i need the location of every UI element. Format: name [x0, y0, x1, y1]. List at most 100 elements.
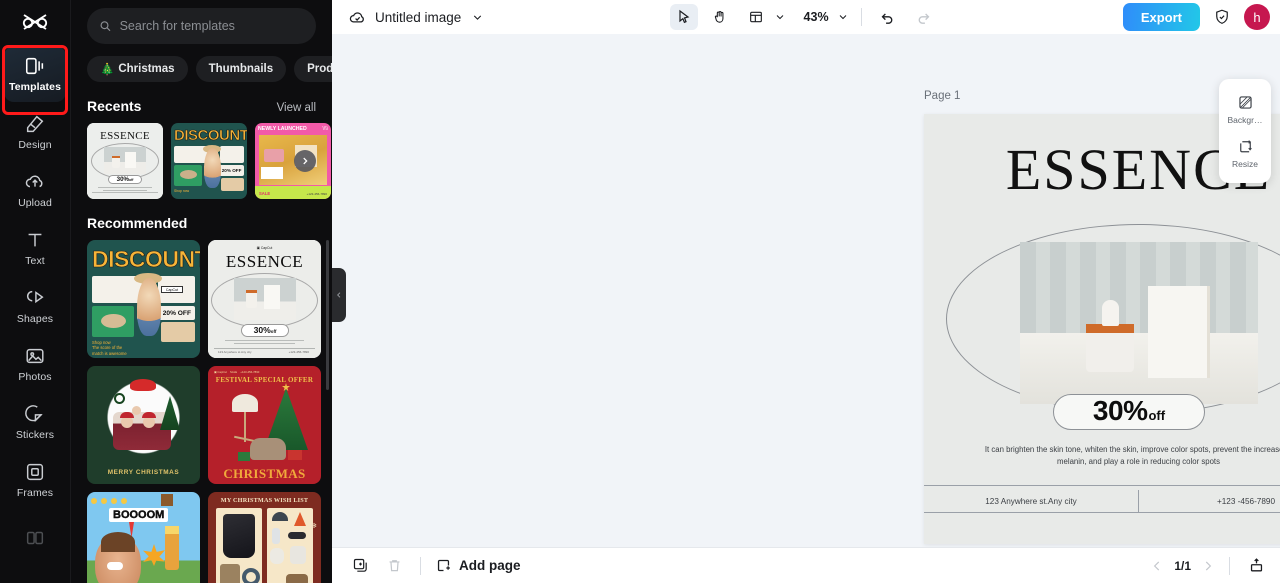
export-button[interactable]: Export	[1122, 3, 1200, 31]
resize-tool[interactable]: Resize	[1219, 131, 1271, 175]
avatar[interactable]: h	[1244, 4, 1270, 30]
discount-suffix: off	[1148, 408, 1166, 423]
recents-next-button[interactable]	[294, 150, 316, 172]
search-bar[interactable]	[87, 8, 316, 44]
app-root: Templates Design Upload Text Shapes Phot…	[0, 0, 1280, 583]
text-icon	[28, 233, 42, 247]
layout-button[interactable]	[742, 4, 770, 30]
trash-icon	[389, 560, 399, 572]
select-tool-button[interactable]	[669, 4, 698, 30]
recent-template-newly-launched[interactable]: NEWLY LAUNCHED \\\\ SALE +123-456-7890	[255, 123, 331, 199]
chip-christmas[interactable]: 🎄 Christmas	[87, 56, 188, 82]
recents-view-all[interactable]: View all	[277, 102, 316, 114]
chip-thumbnails[interactable]: Thumbnails	[195, 56, 287, 82]
recommended-template-wish-list[interactable]: MY CHRISTMAS WISH LIST ❄	[208, 492, 321, 583]
sidebar-item-label: Upload	[18, 197, 52, 209]
background-tool-label: Backgr…	[1227, 115, 1263, 125]
design-description[interactable]: It can brighten the skin tone, whiten th…	[972, 444, 1280, 467]
resize-tool-label: Resize	[1232, 159, 1258, 169]
sidebar-item-upload[interactable]: Upload	[4, 162, 66, 218]
hand-tool-button[interactable]	[706, 4, 734, 30]
frames-icon	[26, 463, 44, 481]
add-page-icon	[437, 559, 450, 572]
duplicate-button[interactable]	[348, 554, 372, 578]
capcut-logo-icon[interactable]	[15, 6, 55, 40]
chip-label: Christmas	[118, 63, 175, 75]
design-address[interactable]: 123 Anywhere st.Any city	[924, 490, 1138, 512]
recent-template-discount[interactable]: DISCOUNT UP TO 20% OFF Shop now	[171, 123, 247, 199]
security-button[interactable]	[1208, 4, 1236, 30]
chip-label: Thumbnails	[208, 63, 274, 75]
prev-page-button[interactable]	[1150, 559, 1164, 573]
search-icon	[100, 21, 111, 32]
top-toolbar: Untitled image 43% Export h	[332, 0, 1280, 34]
toolbar-divider	[860, 8, 862, 26]
zoom-chevron-down-icon[interactable]	[837, 11, 849, 23]
chip-label: Produ	[307, 63, 332, 75]
recommended-template-christmas[interactable]: ▣ CapCut SALE +123-456-7890 FESTIVAL SPE…	[208, 366, 321, 484]
add-page-button[interactable]: Add page	[435, 557, 521, 574]
sidebar-item-photos[interactable]: Photos	[4, 336, 66, 392]
design-icon	[26, 115, 44, 133]
background-tool[interactable]: Backgr…	[1219, 87, 1271, 131]
zoom-level[interactable]: 43%	[804, 10, 829, 24]
panel-collapse-handle[interactable]	[332, 268, 346, 322]
design-discount-badge[interactable]: 30% off	[1053, 394, 1205, 430]
photo-background-wall	[1020, 242, 1258, 333]
page-label: Page 1	[924, 90, 961, 102]
sidebar-item-templates[interactable]: Templates	[4, 46, 66, 102]
cloud-saved-icon[interactable]	[348, 8, 367, 27]
sidebar-item-label: Design	[18, 139, 52, 151]
recent-template-essence[interactable]: ESSENCE 30% off	[87, 123, 163, 199]
recommended-template-discount[interactable]: DISCOUNT CapCut UP TO 20% OFF Shop now Th…	[87, 240, 200, 358]
recommended-template-essence[interactable]: ▣ CapCut ESSENCE 30% off 123 Anywhere st.…	[208, 240, 321, 358]
bottom-toolbar: Add page 1/1	[332, 547, 1280, 583]
document-title[interactable]: Untitled image	[375, 10, 461, 25]
sidebar-item-label: Photos	[18, 371, 52, 383]
chip-products[interactable]: Produ	[294, 56, 332, 82]
page-indicator: 1/1	[1174, 558, 1191, 573]
sidebar-item-label: Text	[25, 255, 45, 267]
discount-number: 30%	[1092, 395, 1148, 426]
hand-pan-icon	[714, 11, 724, 23]
present-button[interactable]	[1244, 554, 1268, 578]
chevron-left-icon	[337, 292, 341, 298]
stickers-icon	[25, 405, 43, 423]
christmas-tree-icon: 🎄	[100, 64, 115, 76]
sidebar-item-text[interactable]: Text	[4, 220, 66, 276]
undo-button[interactable]	[874, 4, 902, 30]
sidebar-item-frames[interactable]: Frames	[4, 452, 66, 508]
recommended-grid: DISCOUNT CapCut UP TO 20% OFF Shop now Th…	[87, 240, 332, 583]
sidebar-item-shapes[interactable]: Shapes	[4, 278, 66, 334]
chevron-down-icon[interactable]	[471, 11, 484, 24]
sidebar-item-design[interactable]: Design	[4, 104, 66, 160]
present-export-icon	[1250, 558, 1262, 572]
sidebar-item-stickers[interactable]: Stickers	[4, 394, 66, 450]
design-product-photo[interactable]	[1020, 242, 1258, 404]
category-chips: 🎄 Christmas Thumbnails Produ	[87, 56, 332, 82]
recents-row: ESSENCE 30% off DISCOUNT UP TO 20% OFF S…	[87, 123, 332, 199]
sidebar-item-label: Shapes	[16, 313, 54, 325]
recommended-template-booooom[interactable]: BOOOOM	[87, 492, 200, 583]
bottom-divider	[420, 556, 421, 575]
panel-scrollbar[interactable]	[326, 240, 329, 390]
grid-more-icon	[26, 531, 44, 545]
next-page-button[interactable]	[1201, 559, 1215, 573]
recommended-template-merry-christmas[interactable]: MERRY CHRISTMAS	[87, 366, 200, 484]
delete-button[interactable]	[382, 554, 406, 578]
photos-icon	[26, 348, 44, 364]
sidebar-item-label: Stickers	[15, 429, 55, 441]
sidebar-item-label: Templates	[8, 81, 62, 93]
background-icon	[1238, 96, 1252, 109]
upload-cloud-icon	[25, 175, 43, 188]
layout-chevron-down-icon[interactable]	[774, 11, 786, 23]
photo-dropper-cap	[1102, 300, 1119, 326]
search-input[interactable]	[119, 19, 304, 33]
templates-icon	[25, 57, 44, 75]
redo-button[interactable]	[910, 4, 938, 30]
design-phone[interactable]: +123 -456-7890	[1139, 490, 1280, 512]
photo-product-box	[1148, 286, 1210, 378]
canvas-area[interactable]: Page 1 ESSENCE 30% off It can brighten t…	[332, 34, 1280, 547]
shield-check-icon	[1216, 9, 1228, 24]
duplicate-icon	[353, 558, 367, 572]
